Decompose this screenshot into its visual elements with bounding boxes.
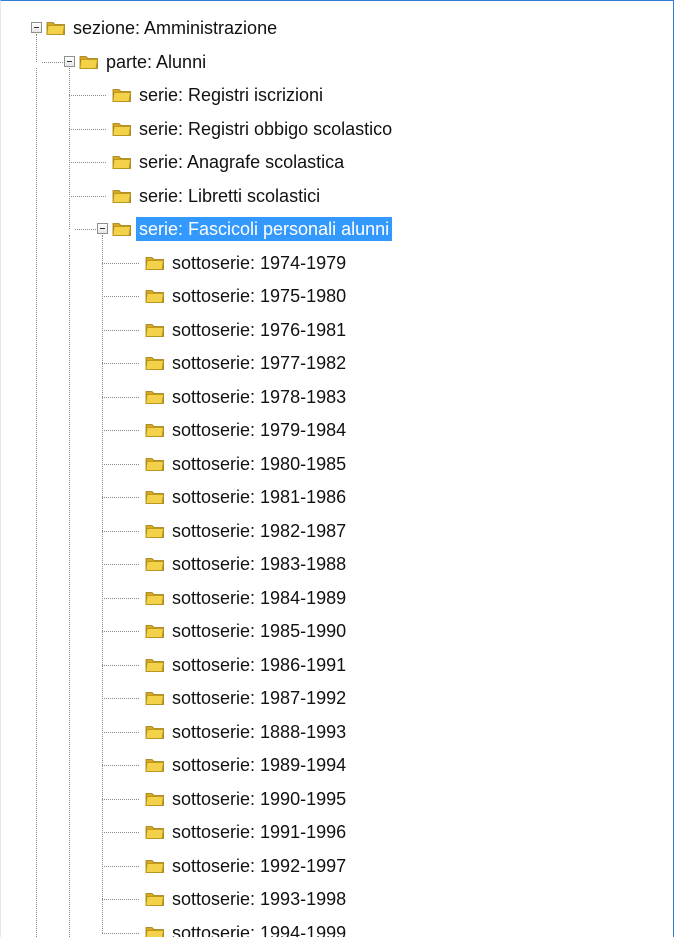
collapse-minus-icon[interactable] [31, 22, 42, 33]
tree-node-sottoserie[interactable]: sottoserie: 1975-1980 [1, 281, 673, 311]
tree-node-sottoserie[interactable]: sottoserie: 1987-1992 [1, 683, 673, 713]
tree-node-serie[interactable]: serie: Registri obbigo scolastico [1, 114, 673, 144]
tree-node-label[interactable]: sottoserie: 1983-1988 [169, 552, 349, 576]
tree-node-sottoserie[interactable]: sottoserie: 1888-1993 [1, 717, 673, 747]
tree-node-label[interactable]: sottoserie: 1982-1987 [169, 519, 349, 543]
tree-node-label[interactable]: sottoserie: 1979-1984 [169, 418, 349, 442]
tree-node-sottoserie[interactable]: sottoserie: 1977-1982 [1, 348, 673, 378]
tree-node-label[interactable]: parte: Alunni [103, 50, 209, 74]
tree-node-label[interactable]: sottoserie: 1985-1990 [169, 619, 349, 643]
folder-icon [112, 153, 132, 170]
tree-node-sottoserie[interactable]: sottoserie: 1983-1988 [1, 549, 673, 579]
tree-node-sottoserie[interactable]: sottoserie: 1992-1997 [1, 851, 673, 881]
folder-icon [145, 823, 165, 840]
folder-icon [145, 321, 165, 338]
tree-node-sottoserie[interactable]: sottoserie: 1986-1991 [1, 650, 673, 680]
folder-icon [145, 388, 165, 405]
tree-node-label[interactable]: sottoserie: 1888-1993 [169, 720, 349, 744]
tree-node-label[interactable]: sottoserie: 1994-1999 [169, 921, 349, 938]
tree-node-label[interactable]: sottoserie: 1987-1992 [169, 686, 349, 710]
tree-node-sottoserie[interactable]: sottoserie: 1984-1989 [1, 583, 673, 613]
tree-node-parte[interactable]: parte: Alunni [1, 47, 673, 77]
tree-node-label[interactable]: sottoserie: 1977-1982 [169, 351, 349, 375]
folder-icon [112, 120, 132, 137]
tree-node-sottoserie[interactable]: sottoserie: 1993-1998 [1, 884, 673, 914]
folder-icon [145, 622, 165, 639]
folder-icon [145, 656, 165, 673]
folder-icon [145, 522, 165, 539]
folder-icon [112, 187, 132, 204]
folder-icon [145, 857, 165, 874]
tree-node-label[interactable]: sottoserie: 1981-1986 [169, 485, 349, 509]
tree-node-label[interactable]: serie: Anagrafe scolastica [136, 150, 347, 174]
tree-view[interactable]: sezione: Amministrazione parte: Alunni s… [0, 0, 674, 937]
tree-node-sottoserie[interactable]: sottoserie: 1982-1987 [1, 516, 673, 546]
folder-icon [145, 589, 165, 606]
tree-node-serie[interactable]: serie: Registri iscrizioni [1, 80, 673, 110]
collapse-minus-icon[interactable] [64, 55, 75, 67]
tree-node-serie[interactable]: serie: Fascicoli personali alunni [1, 214, 673, 244]
tree-node-label[interactable]: sottoserie: 1984-1989 [169, 586, 349, 610]
folder-icon [46, 19, 66, 36]
folder-icon [145, 924, 165, 937]
tree-node-label[interactable]: sottoserie: 1974-1979 [169, 251, 349, 275]
tree-node-sottoserie[interactable]: sottoserie: 1976-1981 [1, 315, 673, 345]
tree-node-label[interactable]: sottoserie: 1986-1991 [169, 653, 349, 677]
folder-icon [145, 488, 165, 505]
tree-node-label[interactable]: sottoserie: 1991-1996 [169, 820, 349, 844]
tree-node-sottoserie[interactable]: sottoserie: 1985-1990 [1, 616, 673, 646]
tree-node-sottoserie[interactable]: sottoserie: 1979-1984 [1, 415, 673, 445]
folder-icon [145, 756, 165, 773]
folder-icon [145, 890, 165, 907]
collapse-minus-icon[interactable] [97, 223, 108, 234]
folder-icon [145, 555, 165, 572]
tree-node-sottoserie[interactable]: sottoserie: 1981-1986 [1, 482, 673, 512]
tree-node-label[interactable]: serie: Registri obbigo scolastico [136, 117, 395, 141]
tree-node-label[interactable]: sezione: Amministrazione [70, 16, 280, 40]
tree-node-sottoserie[interactable]: sottoserie: 1978-1983 [1, 382, 673, 412]
folder-icon [145, 455, 165, 472]
folder-icon [145, 790, 165, 807]
folder-icon [112, 220, 132, 237]
folder-icon [112, 86, 132, 103]
tree-node-sottoserie[interactable]: sottoserie: 1974-1979 [1, 248, 673, 278]
tree-node-label[interactable]: sottoserie: 1975-1980 [169, 284, 349, 308]
tree-node-serie[interactable]: serie: Libretti scolastici [1, 181, 673, 211]
tree-node-sottoserie[interactable]: sottoserie: 1991-1996 [1, 817, 673, 847]
tree-node-label[interactable]: sottoserie: 1989-1994 [169, 753, 349, 777]
tree-node-sottoserie[interactable]: sottoserie: 1994-1999 [1, 918, 673, 938]
tree-node-label[interactable]: sottoserie: 1992-1997 [169, 854, 349, 878]
tree-node-sottoserie[interactable]: sottoserie: 1990-1995 [1, 784, 673, 814]
tree-node-label[interactable]: sottoserie: 1980-1985 [169, 452, 349, 476]
folder-icon [145, 254, 165, 271]
tree-node-label[interactable]: sottoserie: 1976-1981 [169, 318, 349, 342]
tree-node-label[interactable]: serie: Registri iscrizioni [136, 83, 326, 107]
tree-node-label[interactable]: sottoserie: 1990-1995 [169, 787, 349, 811]
folder-icon [145, 287, 165, 304]
folder-icon [145, 421, 165, 438]
tree-node-sottoserie[interactable]: sottoserie: 1980-1985 [1, 449, 673, 479]
tree-node-label[interactable]: serie: Libretti scolastici [136, 184, 323, 208]
folder-icon [145, 689, 165, 706]
tree-node-label[interactable]: serie: Fascicoli personali alunni [136, 217, 393, 241]
tree-node-sezione[interactable]: sezione: Amministrazione [1, 13, 673, 43]
folder-icon [79, 53, 99, 70]
tree-node-label[interactable]: sottoserie: 1978-1983 [169, 385, 349, 409]
tree-node-sottoserie[interactable]: sottoserie: 1989-1994 [1, 750, 673, 780]
folder-icon [145, 723, 165, 740]
tree-node-serie[interactable]: serie: Anagrafe scolastica [1, 147, 673, 177]
folder-icon [145, 354, 165, 371]
tree-node-label[interactable]: sottoserie: 1993-1998 [169, 887, 349, 911]
